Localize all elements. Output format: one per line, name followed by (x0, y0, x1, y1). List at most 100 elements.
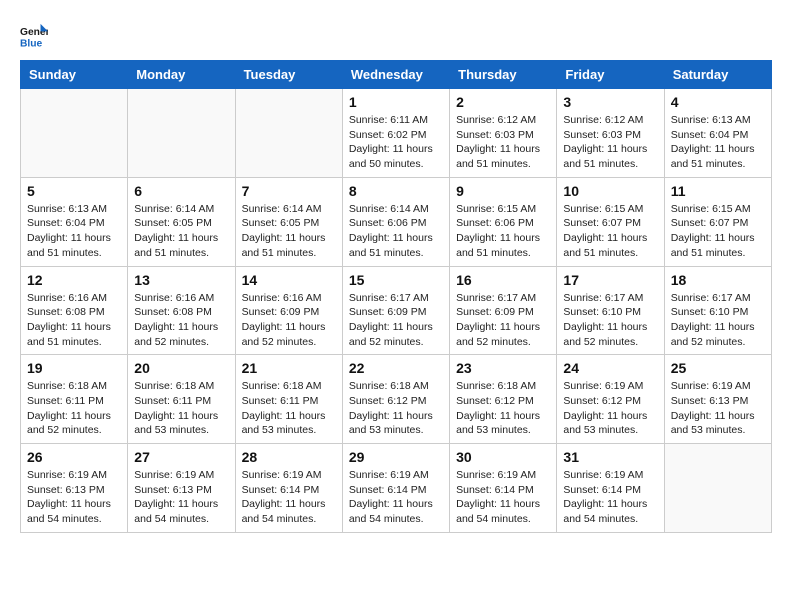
day-number: 13 (134, 272, 228, 288)
day-info: Sunrise: 6:19 AM Sunset: 6:14 PM Dayligh… (242, 468, 336, 527)
day-info: Sunrise: 6:15 AM Sunset: 6:06 PM Dayligh… (456, 202, 550, 261)
day-number: 15 (349, 272, 443, 288)
day-info: Sunrise: 6:15 AM Sunset: 6:07 PM Dayligh… (563, 202, 657, 261)
calendar-week-row: 26Sunrise: 6:19 AM Sunset: 6:13 PM Dayli… (21, 444, 772, 533)
day-number: 10 (563, 183, 657, 199)
day-info: Sunrise: 6:14 AM Sunset: 6:06 PM Dayligh… (349, 202, 443, 261)
calendar-day-cell: 27Sunrise: 6:19 AM Sunset: 6:13 PM Dayli… (128, 444, 235, 533)
calendar-day-cell: 14 Sunrise: 6:16 AM Sunset: 6:09 PM Dayli… (235, 266, 342, 355)
day-number: 7 (242, 183, 336, 199)
calendar-day-cell: 2 Sunrise: 6:12 AM Sunset: 6:03 PM Daylig… (450, 89, 557, 178)
calendar-day-cell: 10 Sunrise: 6:15 AM Sunset: 6:07 PM Dayli… (557, 177, 664, 266)
calendar-header-row: SundayMondayTuesdayWednesdayThursdayFrid… (21, 61, 772, 89)
day-info: Sunrise: 6:19 AM Sunset: 6:14 PM Dayligh… (349, 468, 443, 527)
weekday-header-thursday: Thursday (450, 61, 557, 89)
day-number: 4 (671, 94, 765, 110)
day-info: Sunrise: 6:11 AM Sunset: 6:02 PM Dayligh… (349, 113, 443, 172)
day-info: Sunrise: 6:18 AM Sunset: 6:12 PM Dayligh… (456, 379, 550, 438)
calendar-day-cell: 13 Sunrise: 6:16 AM Sunset: 6:08 PM Dayli… (128, 266, 235, 355)
svg-text:Blue: Blue (20, 38, 43, 49)
day-number: 11 (671, 183, 765, 199)
weekday-header-tuesday: Tuesday (235, 61, 342, 89)
day-number: 23 (456, 360, 550, 376)
day-info: Sunrise: 6:13 AM Sunset: 6:04 PM Dayligh… (27, 202, 121, 261)
calendar-day-cell: 3 Sunrise: 6:12 AM Sunset: 6:03 PM Daylig… (557, 89, 664, 178)
calendar-table: SundayMondayTuesdayWednesdayThursdayFrid… (20, 60, 772, 533)
day-number: 3 (563, 94, 657, 110)
calendar-day-cell: 4 Sunrise: 6:13 AM Sunset: 6:04 PM Daylig… (664, 89, 771, 178)
calendar-day-cell: 15Sunrise: 6:17 AM Sunset: 6:09 PM Dayli… (342, 266, 449, 355)
calendar-day-cell: 20 Sunrise: 6:18 AM Sunset: 6:11 PM Dayli… (128, 355, 235, 444)
calendar-day-cell: 6 Sunrise: 6:14 AM Sunset: 6:05 PM Daylig… (128, 177, 235, 266)
day-number: 12 (27, 272, 121, 288)
calendar-day-cell: 22 Sunrise: 6:18 AM Sunset: 6:12 PM Dayli… (342, 355, 449, 444)
day-info: Sunrise: 6:13 AM Sunset: 6:04 PM Dayligh… (671, 113, 765, 172)
day-info: Sunrise: 6:18 AM Sunset: 6:11 PM Dayligh… (134, 379, 228, 438)
day-info: Sunrise: 6:16 AM Sunset: 6:09 PM Dayligh… (242, 291, 336, 350)
calendar-day-cell (235, 89, 342, 178)
day-info: Sunrise: 6:19 AM Sunset: 6:14 PM Dayligh… (456, 468, 550, 527)
calendar-day-cell (21, 89, 128, 178)
day-number: 1 (349, 94, 443, 110)
day-number: 31 (563, 449, 657, 465)
day-info: Sunrise: 6:18 AM Sunset: 6:11 PM Dayligh… (27, 379, 121, 438)
day-number: 22 (349, 360, 443, 376)
day-number: 25 (671, 360, 765, 376)
day-info: Sunrise: 6:16 AM Sunset: 6:08 PM Dayligh… (134, 291, 228, 350)
weekday-header-friday: Friday (557, 61, 664, 89)
day-number: 19 (27, 360, 121, 376)
weekday-header-saturday: Saturday (664, 61, 771, 89)
day-number: 17 (563, 272, 657, 288)
weekday-header-wednesday: Wednesday (342, 61, 449, 89)
day-info: Sunrise: 6:19 AM Sunset: 6:14 PM Dayligh… (563, 468, 657, 527)
day-info: Sunrise: 6:15 AM Sunset: 6:07 PM Dayligh… (671, 202, 765, 261)
calendar-day-cell: 21Sunrise: 6:18 AM Sunset: 6:11 PM Dayli… (235, 355, 342, 444)
day-info: Sunrise: 6:17 AM Sunset: 6:10 PM Dayligh… (671, 291, 765, 350)
calendar-day-cell: 26Sunrise: 6:19 AM Sunset: 6:13 PM Dayli… (21, 444, 128, 533)
day-number: 29 (349, 449, 443, 465)
day-number: 16 (456, 272, 550, 288)
calendar-week-row: 12 Sunrise: 6:16 AM Sunset: 6:08 PM Dayli… (21, 266, 772, 355)
calendar-week-row: 1 Sunrise: 6:11 AM Sunset: 6:02 PM Daylig… (21, 89, 772, 178)
calendar-day-cell (664, 444, 771, 533)
day-number: 8 (349, 183, 443, 199)
day-number: 2 (456, 94, 550, 110)
day-info: Sunrise: 6:16 AM Sunset: 6:08 PM Dayligh… (27, 291, 121, 350)
calendar-day-cell: 31 Sunrise: 6:19 AM Sunset: 6:14 PM Dayli… (557, 444, 664, 533)
weekday-header-sunday: Sunday (21, 61, 128, 89)
calendar-day-cell: 29 Sunrise: 6:19 AM Sunset: 6:14 PM Dayli… (342, 444, 449, 533)
day-number: 6 (134, 183, 228, 199)
day-number: 24 (563, 360, 657, 376)
day-number: 18 (671, 272, 765, 288)
calendar-day-cell: 8 Sunrise: 6:14 AM Sunset: 6:06 PM Daylig… (342, 177, 449, 266)
calendar-day-cell: 1 Sunrise: 6:11 AM Sunset: 6:02 PM Daylig… (342, 89, 449, 178)
day-info: Sunrise: 6:18 AM Sunset: 6:11 PM Dayligh… (242, 379, 336, 438)
calendar-day-cell: 17Sunrise: 6:17 AM Sunset: 6:10 PM Dayli… (557, 266, 664, 355)
calendar-day-cell: 9Sunrise: 6:15 AM Sunset: 6:06 PM Daylig… (450, 177, 557, 266)
calendar-day-cell: 24Sunrise: 6:19 AM Sunset: 6:12 PM Dayli… (557, 355, 664, 444)
calendar-day-cell: 28 Sunrise: 6:19 AM Sunset: 6:14 PM Dayli… (235, 444, 342, 533)
day-number: 30 (456, 449, 550, 465)
calendar-day-cell: 11 Sunrise: 6:15 AM Sunset: 6:07 PM Dayli… (664, 177, 771, 266)
logo: General Blue (20, 20, 52, 50)
day-info: Sunrise: 6:19 AM Sunset: 6:13 PM Dayligh… (671, 379, 765, 438)
calendar-day-cell: 25 Sunrise: 6:19 AM Sunset: 6:13 PM Dayli… (664, 355, 771, 444)
day-info: Sunrise: 6:19 AM Sunset: 6:13 PM Dayligh… (27, 468, 121, 527)
calendar-day-cell: 16Sunrise: 6:17 AM Sunset: 6:09 PM Dayli… (450, 266, 557, 355)
calendar-week-row: 5Sunrise: 6:13 AM Sunset: 6:04 PM Daylig… (21, 177, 772, 266)
day-number: 28 (242, 449, 336, 465)
calendar-day-cell: 30 Sunrise: 6:19 AM Sunset: 6:14 PM Dayli… (450, 444, 557, 533)
calendar-week-row: 19 Sunrise: 6:18 AM Sunset: 6:11 PM Dayli… (21, 355, 772, 444)
day-number: 27 (134, 449, 228, 465)
calendar-day-cell: 7 Sunrise: 6:14 AM Sunset: 6:05 PM Daylig… (235, 177, 342, 266)
weekday-header-monday: Monday (128, 61, 235, 89)
day-info: Sunrise: 6:14 AM Sunset: 6:05 PM Dayligh… (242, 202, 336, 261)
day-info: Sunrise: 6:12 AM Sunset: 6:03 PM Dayligh… (563, 113, 657, 172)
day-info: Sunrise: 6:18 AM Sunset: 6:12 PM Dayligh… (349, 379, 443, 438)
day-info: Sunrise: 6:14 AM Sunset: 6:05 PM Dayligh… (134, 202, 228, 261)
day-info: Sunrise: 6:12 AM Sunset: 6:03 PM Dayligh… (456, 113, 550, 172)
day-number: 20 (134, 360, 228, 376)
calendar-day-cell: 19 Sunrise: 6:18 AM Sunset: 6:11 PM Dayli… (21, 355, 128, 444)
calendar-day-cell: 12 Sunrise: 6:16 AM Sunset: 6:08 PM Dayli… (21, 266, 128, 355)
day-number: 14 (242, 272, 336, 288)
